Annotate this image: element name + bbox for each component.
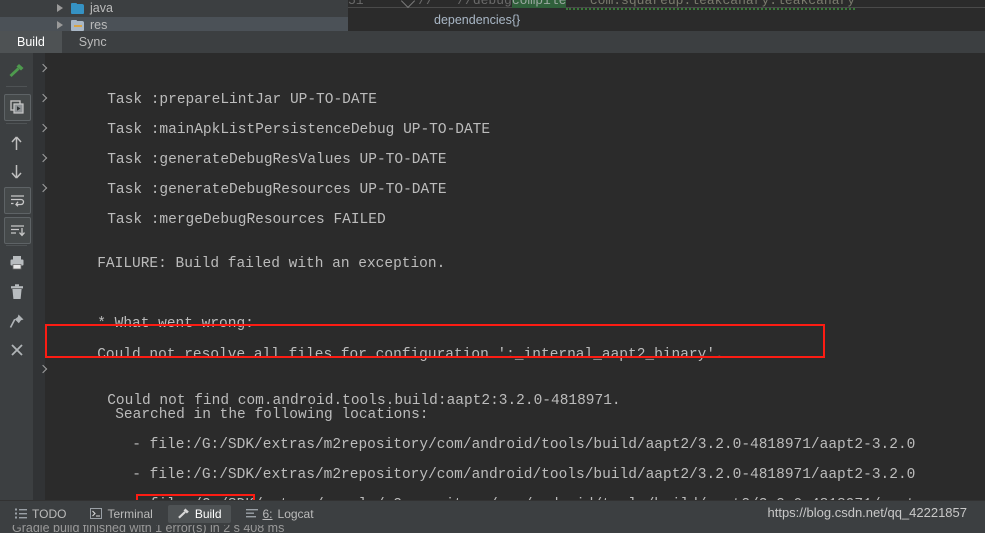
top-strip: java res 51 // //debugcompile 'com.squar… bbox=[0, 0, 985, 31]
watermark-url: https://blog.csdn.net/qq_42221857 bbox=[767, 505, 968, 520]
scroll-to-end-icon[interactable] bbox=[4, 217, 31, 244]
build-output-console[interactable]: Task :prepareLintJar UP-TO-DATE Task :ma… bbox=[33, 53, 985, 500]
hammer-icon bbox=[177, 507, 190, 520]
chevron-right-icon[interactable] bbox=[39, 184, 49, 194]
tab-sync-label: Sync bbox=[78, 35, 107, 49]
bottom-tool-window-bar: TODO Terminal Build 6: Logcat https://bl… bbox=[0, 500, 985, 526]
chevron-right-icon[interactable] bbox=[39, 64, 49, 74]
build-hammer-icon[interactable] bbox=[4, 58, 29, 83]
folder-res-icon bbox=[71, 19, 84, 31]
console-line: Task :mergeDebugResources FAILED bbox=[55, 180, 386, 244]
chevron-right-icon[interactable] bbox=[39, 365, 49, 375]
trash-icon[interactable] bbox=[4, 279, 29, 304]
android-studio-window: java res 51 // //debugcompile 'com.squar… bbox=[0, 0, 985, 533]
console-line-text: Task :mergeDebugResources FAILED bbox=[107, 212, 386, 228]
arrow-up-icon[interactable] bbox=[4, 131, 29, 156]
statusbar-item-label: TODO bbox=[32, 506, 67, 521]
statusbar-item-todo[interactable]: TODO bbox=[6, 505, 75, 523]
tree-item-res[interactable]: res bbox=[0, 17, 348, 31]
soft-wrap-icon[interactable] bbox=[4, 187, 31, 214]
tree-item-label: res bbox=[90, 18, 108, 31]
console-line: FAILURE: Build failed with an exception. bbox=[45, 240, 445, 288]
logcat-icon bbox=[245, 508, 258, 519]
editor-code-suffix: 'com.squareup.leakcanary:leakcanary bbox=[566, 0, 856, 10]
chevron-right-icon[interactable] bbox=[39, 94, 49, 104]
close-icon[interactable] bbox=[4, 337, 29, 362]
tab-build[interactable]: Build bbox=[0, 31, 62, 53]
statusbar-item-logcat[interactable]: 6: Logcat bbox=[237, 505, 323, 523]
print-icon[interactable] bbox=[4, 250, 29, 275]
statusbar-item-terminal[interactable]: Terminal bbox=[81, 505, 161, 523]
chevron-right-icon[interactable] bbox=[39, 154, 49, 164]
triangle-right-icon[interactable] bbox=[57, 4, 63, 12]
editor-code-prefix: // //debug bbox=[418, 0, 512, 8]
terminal-icon bbox=[90, 508, 103, 519]
tree-item-label: java bbox=[90, 1, 113, 15]
editor-code-highlight: compile bbox=[511, 0, 567, 8]
editor-code-line: 51 // //debugcompile 'com.squareup.leakc… bbox=[348, 0, 856, 10]
todo-list-icon bbox=[15, 508, 27, 519]
editor-line-number: 51 bbox=[348, 0, 364, 8]
console-line: - file:/G:/SDK/extras/google/m2repositor… bbox=[80, 481, 915, 500]
tree-item-java[interactable]: java bbox=[0, 0, 348, 16]
console-line-text: * What went wrong: bbox=[97, 316, 254, 332]
editor-code-line-2: dependencies{} bbox=[434, 13, 521, 27]
statusbar-item-label: Logcat bbox=[277, 506, 314, 521]
statusbar-item-label: Terminal bbox=[107, 506, 153, 521]
tab-build-label: Build bbox=[17, 35, 45, 49]
pin-icon[interactable] bbox=[4, 308, 29, 333]
build-panel-toolbar bbox=[0, 53, 34, 500]
statusbar-item-prefix: 6: bbox=[262, 506, 273, 521]
console-line-text: FAILURE: Build failed with an exception. bbox=[97, 256, 446, 272]
arrow-down-icon[interactable] bbox=[4, 159, 29, 184]
project-tree-pane[interactable]: java res bbox=[0, 0, 348, 31]
build-panel-tabbar: Build Sync bbox=[0, 31, 985, 54]
statusbar-item-build[interactable]: Build bbox=[167, 504, 231, 523]
folder-icon bbox=[71, 2, 84, 14]
tab-sync[interactable]: Sync bbox=[62, 31, 124, 53]
status-footer-text: Gradle build finished with 1 error(s) in… bbox=[12, 525, 285, 533]
console-gutter bbox=[33, 53, 45, 500]
status-footer: Gradle build finished with 1 error(s) in… bbox=[0, 525, 985, 533]
rerun-icon[interactable] bbox=[4, 94, 31, 121]
editor-fragment[interactable]: 51 // //debugcompile 'com.squareup.leakc… bbox=[348, 0, 985, 31]
chevron-right-icon[interactable] bbox=[39, 124, 49, 134]
triangle-right-icon[interactable] bbox=[57, 21, 63, 29]
statusbar-item-label: Build bbox=[194, 506, 222, 521]
